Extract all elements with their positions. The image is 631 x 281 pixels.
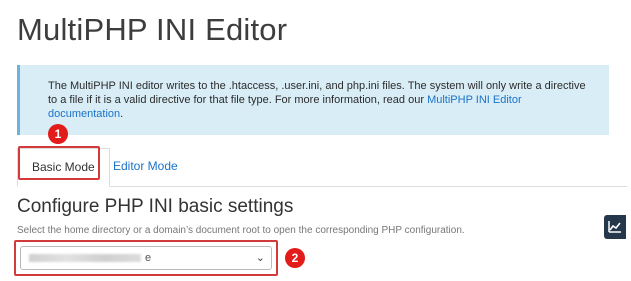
annotation-badge-2: 2 — [285, 248, 305, 268]
page-title: MultiPHP INI Editor — [17, 12, 288, 47]
directory-select[interactable]: e ⌄ — [20, 246, 272, 270]
highlight-box-tab — [18, 146, 100, 180]
annotation-badge-1: 1 — [48, 124, 68, 144]
section-title: Configure PHP INI basic settings — [17, 196, 294, 217]
tab-editor-mode[interactable]: Editor Mode — [99, 148, 192, 185]
redacted-domain — [29, 254, 141, 263]
stats-widget-button[interactable] — [604, 215, 626, 239]
info-alert: The MultiPHP INI editor writes to the .h… — [17, 65, 609, 135]
select-value-tail: e — [145, 252, 152, 264]
mode-tabs: Basic Mode Editor Mode — [17, 148, 627, 187]
helper-text: Select the home directory or a domain’s … — [17, 225, 465, 236]
info-suffix: . — [120, 108, 124, 120]
highlight-box-select: e ⌄ — [14, 240, 278, 276]
chart-line-icon — [608, 221, 621, 233]
chevron-down-icon: ⌄ — [255, 252, 265, 264]
